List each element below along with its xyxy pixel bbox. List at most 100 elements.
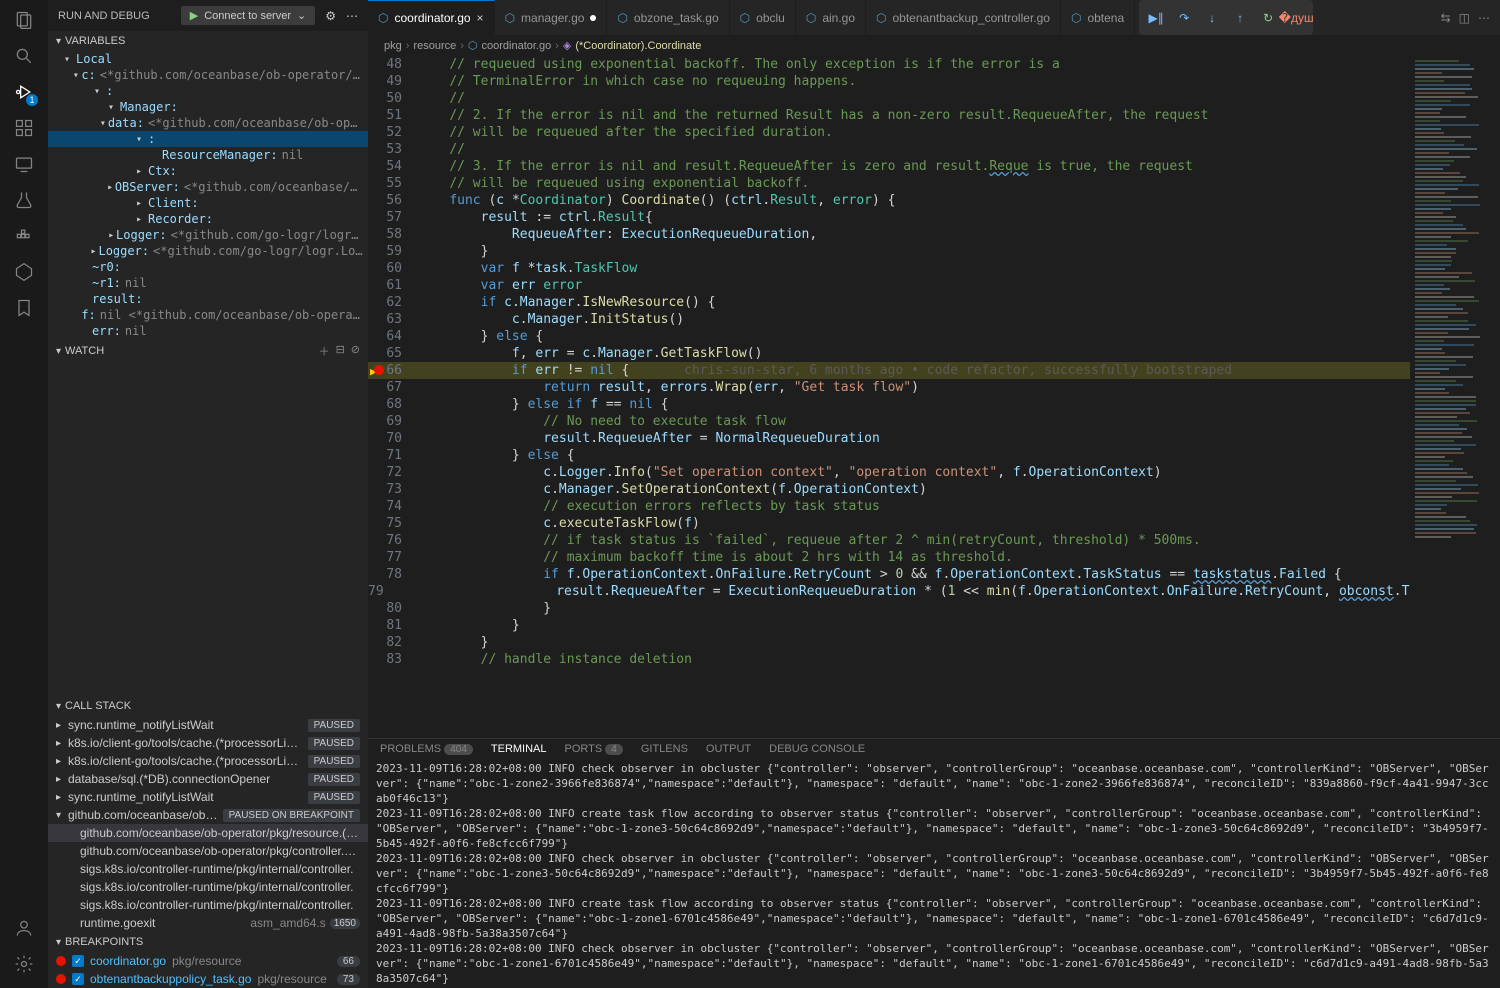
more-actions-icon[interactable]: ⋯ [1478, 11, 1490, 25]
stack-frame[interactable]: github.com/oceanbase/ob-operator/pkg/res… [48, 824, 368, 842]
code-line[interactable]: 48 // requeued using exponential backoff… [368, 56, 1410, 73]
variable-row[interactable]: ▸OBServer:<*github.com/oceanbase/ob-oper… [48, 179, 368, 195]
checkbox[interactable]: ✓ [72, 973, 84, 985]
tab-output[interactable]: OUTPUT [706, 743, 751, 755]
account-icon[interactable] [12, 916, 36, 940]
debug-step-out-icon[interactable]: ↑ [1231, 9, 1249, 27]
code-line[interactable]: 74 // execution errors reflects by task … [368, 498, 1410, 515]
variable-row[interactable]: ▾c:<*github.com/oceanbase/ob-operator/pk… [48, 67, 368, 83]
thread-row[interactable]: ▸k8s.io/client-go/tools/cache.(*processo… [48, 734, 368, 752]
variable-row[interactable]: ▾: [48, 131, 368, 147]
code-line[interactable]: 68 } else if f == nil { [368, 396, 1410, 413]
launch-config-select[interactable]: ▶ Connect to server ⌄ [181, 6, 316, 25]
variable-row[interactable]: ▾Manager: [48, 99, 368, 115]
remote-icon[interactable] [12, 152, 36, 176]
code-editor[interactable]: 48 // requeued using exponential backoff… [368, 56, 1410, 738]
checkbox[interactable]: ✓ [72, 955, 84, 967]
breakpoint-row[interactable]: ✓coordinator.gopkg/resource66 [48, 952, 368, 970]
code-line[interactable]: 56 func (c *Coordinator) Coordinate() (c… [368, 192, 1410, 209]
tab-ports[interactable]: PORTS 4 [565, 743, 623, 755]
code-line[interactable]: 81 } [368, 617, 1410, 634]
code-line[interactable]: 77 // maximum backoff time is about 2 hr… [368, 549, 1410, 566]
code-line[interactable]: 75 c.executeTaskFlow(f) [368, 515, 1410, 532]
code-line[interactable]: 72 c.Logger.Info("Set operation context"… [368, 464, 1410, 481]
editor-tab[interactable]: ⬡obtena [1061, 0, 1135, 35]
variable-row[interactable]: ▸Ctx: [48, 163, 368, 179]
code-line[interactable]: 60 var f *task.TaskFlow [368, 260, 1410, 277]
variable-row[interactable]: ResourceManager:nil [48, 147, 368, 163]
minimap[interactable] [1410, 56, 1500, 738]
code-line[interactable]: 55 // will be requeued using exponential… [368, 175, 1410, 192]
terminal[interactable]: 2023-11-09T16:28:02+08:00 INFO check obs… [368, 759, 1500, 988]
code-line[interactable]: 73 c.Manager.SetOperationContext(f.Opera… [368, 481, 1410, 498]
editor-tab[interactable]: ⬡obtenantbackup_controller.go [866, 0, 1061, 35]
callstack-header[interactable]: ▾CALL STACK [48, 696, 368, 716]
code-line[interactable]: 67 return result, errors.Wrap(err, "Get … [368, 379, 1410, 396]
tab-problems[interactable]: PROBLEMS 404 [380, 743, 473, 755]
code-line[interactable]: 57 result := ctrl.Result{ [368, 209, 1410, 226]
scope-local[interactable]: ▾Local [48, 51, 368, 67]
debug-continue-icon[interactable]: ▶∥ [1147, 9, 1165, 27]
code-line[interactable]: 63 c.Manager.InitStatus() [368, 311, 1410, 328]
code-line[interactable]: 61 var err error [368, 277, 1410, 294]
variable-row[interactable]: ▸Client: [48, 195, 368, 211]
variables-header[interactable]: ▾VARIABLES [48, 31, 368, 51]
docker-icon[interactable] [12, 224, 36, 248]
variable-row[interactable]: ▸Logger:<*github.com/go-logr/logr.Logger… [48, 227, 368, 243]
remove-all-icon[interactable]: ⊘ [351, 343, 360, 359]
editor-tab[interactable]: ⬡obclu [730, 0, 796, 35]
breakpoints-header[interactable]: ▾BREAKPOINTS [48, 932, 368, 952]
test-icon[interactable] [12, 188, 36, 212]
stack-frame[interactable]: sigs.k8s.io/controller-runtime/pkg/inter… [48, 860, 368, 878]
more-icon[interactable]: ⋯ [346, 9, 358, 23]
close-icon[interactable]: × [477, 11, 484, 25]
debug-stop-icon[interactable]: �душ [1287, 9, 1305, 27]
code-line[interactable]: 52 // will be requeued after the specifi… [368, 124, 1410, 141]
code-line[interactable]: 59 } [368, 243, 1410, 260]
explorer-icon[interactable] [12, 8, 36, 32]
tab-gitlens[interactable]: GITLENS [641, 743, 688, 755]
variable-row[interactable]: ▾data:<*github.com/oceanbase/ob-operator… [48, 115, 368, 131]
code-line[interactable]: 54 // 3. If the error is nil and result.… [368, 158, 1410, 175]
thread-row[interactable]: ▸database/sql.(*DB).connectionOpenerPAUS… [48, 770, 368, 788]
thread-row[interactable]: ▸sync.runtime_notifyListWaitPAUSED [48, 788, 368, 806]
add-watch-icon[interactable]: ＋ [319, 343, 330, 359]
variable-row[interactable]: f:nil <*github.com/oceanbase/ob-operator… [48, 307, 368, 323]
tab-debug-console[interactable]: DEBUG CONSOLE [769, 743, 865, 755]
variable-row[interactable]: ~r1:nil [48, 275, 368, 291]
editor-tab[interactable]: ⬡ain.go [796, 0, 866, 35]
debug-step-into-icon[interactable]: ↓ [1203, 9, 1221, 27]
code-line[interactable]: 76 // if task status is `failed`, requeu… [368, 532, 1410, 549]
compare-icon[interactable]: ⇆ [1441, 11, 1451, 25]
breadcrumb[interactable]: pkg› resource› ⬡ coordinator.go› ◈ (*Coo… [368, 35, 1500, 56]
tab-terminal[interactable]: TERMINAL [491, 743, 547, 755]
code-line[interactable]: ▶66 if err != nil { chris-sun-star, 6 mo… [368, 362, 1410, 379]
debug-icon[interactable]: 1 [12, 80, 36, 104]
code-line[interactable]: 78 if f.OperationContext.OnFailure.Retry… [368, 566, 1410, 583]
bookmark-icon[interactable] [12, 296, 36, 320]
code-line[interactable]: 50 // [368, 90, 1410, 107]
code-line[interactable]: 58 RequeueAfter: ExecutionRequeueDuratio… [368, 226, 1410, 243]
code-line[interactable]: 79 result.RequeueAfter = ExecutionRequeu… [368, 583, 1410, 600]
code-line[interactable]: 69 // No need to execute task flow [368, 413, 1410, 430]
extensions-icon[interactable] [12, 116, 36, 140]
variable-row[interactable]: ~r0: [48, 259, 368, 275]
code-line[interactable]: 70 result.RequeueAfter = NormalRequeueDu… [368, 430, 1410, 447]
variable-row[interactable]: err:nil [48, 323, 368, 339]
code-line[interactable]: 51 // 2. If the error is nil and the ret… [368, 107, 1410, 124]
code-line[interactable]: 65 f, err = c.Manager.GetTaskFlow() [368, 345, 1410, 362]
variable-row[interactable]: ▾: [48, 83, 368, 99]
watch-header[interactable]: ▾WATCH＋⊟⊘ [48, 339, 368, 363]
editor-tab[interactable]: ⬡manager.go [495, 0, 608, 35]
code-line[interactable]: 80 } [368, 600, 1410, 617]
code-line[interactable]: 49 // TerminalError in which case no req… [368, 73, 1410, 90]
editor-tab[interactable]: ⬡coordinator.go× [368, 0, 495, 35]
gear-icon[interactable]: ⚙ [325, 9, 336, 23]
kubernetes-icon[interactable] [12, 260, 36, 284]
variable-row[interactable]: result: [48, 291, 368, 307]
code-line[interactable]: 53 // [368, 141, 1410, 158]
code-line[interactable]: 62 if c.Manager.IsNewResource() { [368, 294, 1410, 311]
debug-restart-icon[interactable]: ↻ [1259, 9, 1277, 27]
thread-row[interactable]: ▾github.com/oceanbase/ob-operat…PAUSED O… [48, 806, 368, 824]
stack-frame[interactable]: sigs.k8s.io/controller-runtime/pkg/inter… [48, 878, 368, 896]
